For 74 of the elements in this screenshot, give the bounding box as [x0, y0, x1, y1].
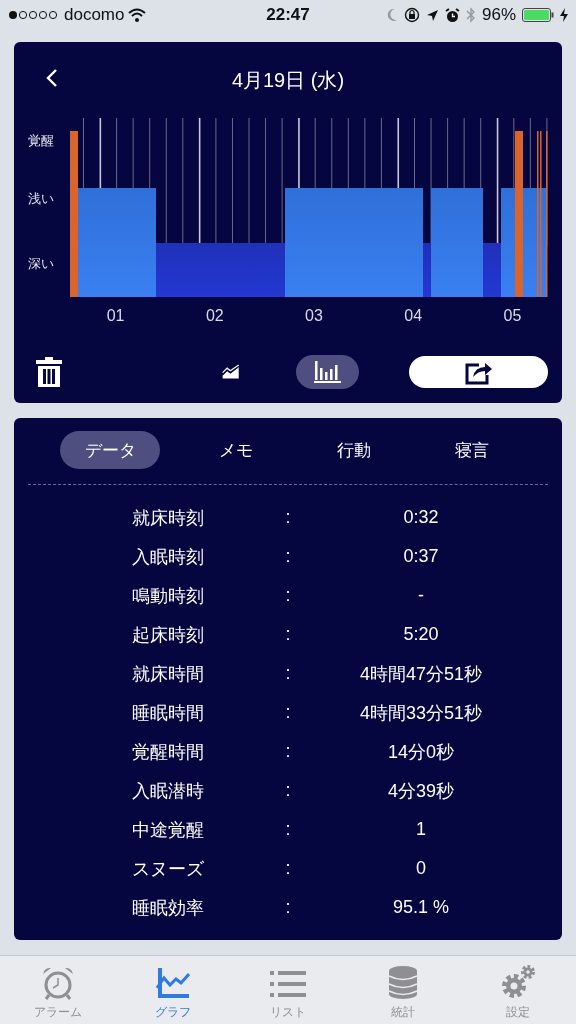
stage-label: 覚醒 — [28, 132, 55, 150]
row-value: 5:20 — [402, 624, 440, 645]
row-label: 睡眠効率 — [131, 896, 205, 920]
row-label: 鳴動時刻 — [131, 584, 205, 608]
colon-separator: : — [284, 819, 292, 840]
row-value: 0 — [415, 858, 427, 879]
row-value: - — [417, 585, 425, 606]
row-label: 睡眠時間 — [131, 701, 205, 725]
row-label: 就床時間 — [131, 662, 205, 686]
colon-separator: : — [284, 897, 292, 918]
segment-tab[interactable]: データ — [60, 431, 160, 469]
row-value: 0:37 — [402, 546, 440, 567]
tab-bar-item[interactable]: アラーム — [0, 956, 116, 1024]
clock-time: 22:47 — [266, 5, 310, 25]
row-value: 14分0秒 — [386, 740, 455, 764]
hour-label: 02 — [204, 307, 225, 325]
bluetooth-icon — [466, 7, 476, 23]
stage-label: 浅い — [28, 190, 55, 208]
stage-label: 深い — [28, 255, 55, 273]
rotation-lock-icon — [404, 7, 420, 23]
row-value: 4時間33分51秒 — [358, 701, 484, 725]
row-value: 4分39秒 — [386, 779, 455, 803]
signal-icon — [8, 10, 60, 20]
battery-percent: 96% — [482, 5, 516, 25]
alarm-clock-icon — [445, 7, 460, 23]
hour-label: 05 — [502, 307, 523, 325]
colon-separator: : — [284, 702, 292, 723]
carrier-name: docomo — [64, 5, 125, 25]
colon-separator: : — [284, 585, 292, 606]
colon-separator: : — [284, 624, 292, 645]
tab-bar-item[interactable]: 統計 — [345, 956, 461, 1024]
tab-bar-item[interactable]: グラフ — [115, 956, 231, 1024]
line-chart-icon — [155, 966, 190, 1000]
bar-chart-button[interactable] — [296, 355, 359, 389]
row-label: 入眠潜時 — [131, 779, 205, 803]
colon-separator: : — [284, 663, 292, 684]
tab-bar-item[interactable]: リスト — [230, 956, 346, 1024]
wifi-icon — [128, 8, 147, 22]
hour-label: 01 — [105, 307, 126, 325]
alarm-clock-icon — [40, 966, 75, 1000]
row-label: スヌーズ — [131, 857, 205, 881]
row-label: 中途覚醒 — [131, 818, 205, 842]
colon-separator: : — [284, 780, 292, 801]
share-button[interactable] — [409, 356, 548, 388]
database-icon — [388, 966, 419, 1000]
bar-chart-icon — [313, 361, 342, 383]
colon-separator: : — [284, 741, 292, 762]
hour-label: 03 — [304, 307, 324, 325]
charging-bolt-icon — [560, 8, 568, 22]
row-label: 起床時刻 — [131, 623, 205, 647]
row-label: 入眠時刻 — [131, 545, 205, 569]
row-value: 95.1 % — [391, 897, 450, 918]
back-chevron-icon — [46, 68, 58, 88]
row-label: 覚醒時間 — [131, 740, 205, 764]
settings-icon — [500, 964, 537, 1000]
battery-icon — [522, 8, 554, 22]
date-title: 4月19日 (水) — [231, 67, 345, 93]
row-value: 1 — [415, 819, 427, 840]
row-value: 0:32 — [402, 507, 440, 528]
colon-separator: : — [284, 507, 292, 528]
trash-icon — [36, 357, 62, 387]
tab-bar-item[interactable]: 設定 — [460, 956, 576, 1024]
colon-separator: : — [284, 546, 292, 567]
segment-tab[interactable]: 行動 — [295, 431, 413, 469]
list-icon — [270, 970, 306, 1000]
row-value: 4時間47分51秒 — [358, 662, 484, 686]
segment-tab[interactable]: 寝言 — [413, 431, 531, 469]
hour-label: 04 — [403, 307, 424, 325]
delete-button[interactable] — [36, 357, 62, 387]
colon-separator: : — [284, 858, 292, 879]
row-label: 就床時刻 — [131, 506, 205, 530]
moon-icon — [386, 8, 398, 22]
location-arrow-icon — [426, 8, 439, 22]
segment-tab[interactable]: メモ — [177, 431, 295, 469]
